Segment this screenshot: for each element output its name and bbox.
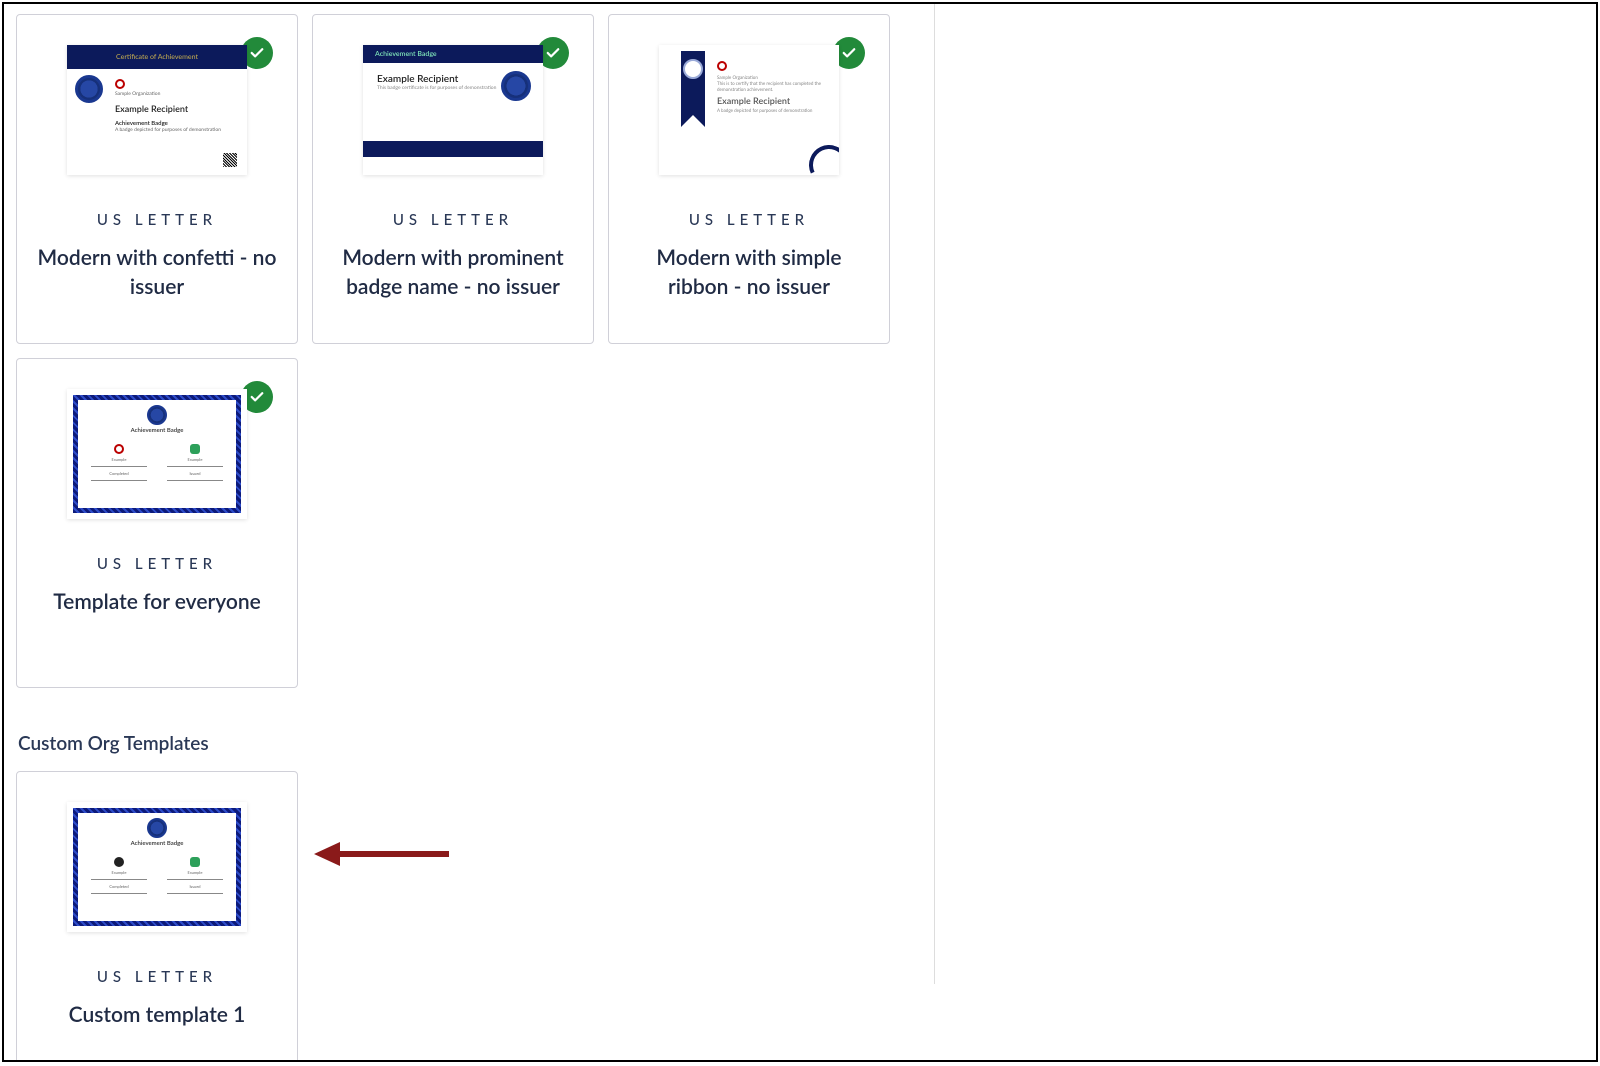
default-template-grid: Certificate of Achievement Sample Organi… xyxy=(16,14,932,688)
template-thumbnail: Certificate of Achievement Sample Organi… xyxy=(57,35,257,185)
template-card-custom-1[interactable]: Achievement Badge ExampleCompleted Examp… xyxy=(16,771,298,1062)
template-size-label: US LETTER xyxy=(689,211,809,229)
template-name-label: Modern with prominent badge name - no is… xyxy=(325,243,581,302)
template-card-simple-ribbon[interactable]: Sample Organization This is to certify t… xyxy=(608,14,890,344)
template-thumbnail: Sample Organization This is to certify t… xyxy=(649,35,849,185)
template-thumbnail: Achievement Badge ExampleCompleted Examp… xyxy=(57,792,257,942)
template-thumbnail: Achievement Badge ExampleCompleted Examp… xyxy=(57,379,257,529)
custom-template-grid: Achievement Badge ExampleCompleted Examp… xyxy=(16,771,932,1062)
template-size-label: US LETTER xyxy=(393,211,513,229)
template-name-label: Modern with confetti - no issuer xyxy=(29,243,285,302)
template-card-modern-confetti[interactable]: Certificate of Achievement Sample Organi… xyxy=(16,14,298,344)
custom-templates-heading: Custom Org Templates xyxy=(18,732,932,755)
cert-recipient: Example Recipient xyxy=(115,103,235,114)
template-picker-panel: Certificate of Achievement Sample Organi… xyxy=(4,4,944,1060)
template-card-prominent-badge[interactable]: Achievement Badge Example Recipient This… xyxy=(312,14,594,344)
cert-badge-label: Achievement Badge xyxy=(131,427,184,434)
cert-badge-label: Achievement Badge xyxy=(131,840,184,847)
template-size-label: US LETTER xyxy=(97,555,217,573)
template-thumbnail: Achievement Badge Example Recipient This… xyxy=(353,35,553,185)
template-name-label: Template for everyone xyxy=(47,587,267,616)
cert-badge-label: Achievement Badge xyxy=(363,45,543,63)
cert-recipient: Example Recipient xyxy=(717,95,825,106)
template-name-label: Custom template 1 xyxy=(63,1000,252,1029)
cert-badge-label: Achievement Badge xyxy=(115,120,235,127)
cert-heading: Certificate of Achievement xyxy=(67,45,247,69)
template-card-everyone[interactable]: Achievement Badge ExampleCompleted Examp… xyxy=(16,358,298,688)
template-size-label: US LETTER xyxy=(97,211,217,229)
template-size-label: US LETTER xyxy=(97,968,217,986)
page-frame: Certificate of Achievement Sample Organi… xyxy=(2,2,1598,1062)
template-name-label: Modern with simple ribbon - no issuer xyxy=(621,243,877,302)
